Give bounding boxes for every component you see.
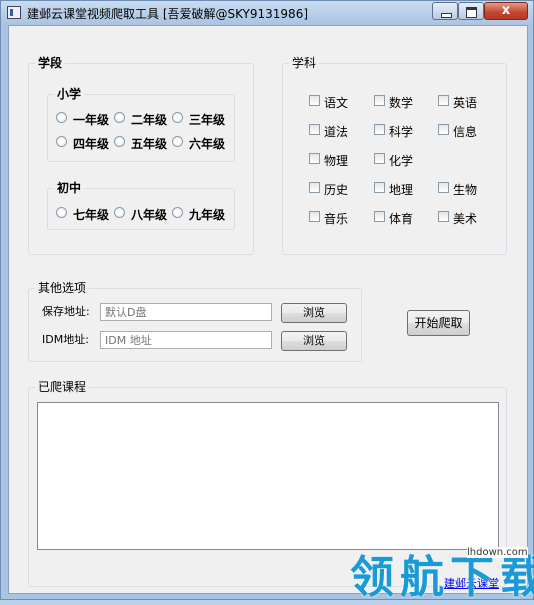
checkbox-label: 美术 — [453, 212, 478, 226]
browse-save-button[interactable]: 浏览 — [281, 303, 347, 323]
close-button[interactable]: x — [484, 2, 528, 20]
radio-circle[interactable] — [172, 112, 183, 123]
junior-group: 初中 七年级 八年级 九年级 — [47, 180, 235, 230]
checkbox-box[interactable] — [438, 182, 449, 193]
radio-label: 一年级 — [73, 113, 110, 127]
checkbox-box[interactable] — [374, 211, 385, 222]
checkbox-label: 化学 — [389, 154, 414, 168]
primary-group: 小学 一年级 二年级 三年级 四年级 五年级 六年级 — [47, 86, 235, 162]
radio-label: 九年级 — [189, 208, 226, 222]
crawled-courses-list[interactable] — [37, 402, 499, 550]
checkbox-box[interactable] — [438, 124, 449, 135]
radio-label: 八年级 — [131, 208, 168, 222]
checkbox-box[interactable] — [374, 182, 385, 193]
minimize-button[interactable] — [432, 2, 458, 20]
radio-circle[interactable] — [56, 136, 67, 147]
checkbox-label: 英语 — [453, 96, 478, 110]
radio-circle[interactable] — [56, 112, 67, 123]
checkbox-box[interactable] — [374, 124, 385, 135]
app-window: 建邺云课堂视频爬取工具 [吾爱破解@SKY9131986] x 学段 小学 一年… — [0, 0, 534, 603]
save-path-input[interactable] — [100, 303, 272, 321]
other-options-group: 其他选项 保存地址: 浏览 IDM地址: 浏览 — [28, 280, 362, 362]
checkbox-box[interactable] — [374, 153, 385, 164]
subject-group: 学科 语文 数学 英语 道法 科学 信息 物理 化学 历史 地理 生物 音乐 体… — [282, 55, 507, 255]
radio-circle[interactable] — [114, 136, 125, 147]
checkbox-box[interactable] — [309, 182, 320, 193]
radio-circle[interactable] — [172, 136, 183, 147]
radio-label: 五年级 — [131, 137, 168, 151]
checkbox-label: 科学 — [389, 125, 414, 139]
primary-legend: 小学 — [54, 86, 85, 102]
radio-label: 六年级 — [189, 137, 226, 151]
checkbox-label: 历史 — [324, 183, 349, 197]
watermark-domain: lhdown.com — [467, 547, 528, 558]
crawled-courses-legend: 已爬课程 — [35, 379, 90, 395]
checkbox-label: 音乐 — [324, 212, 349, 226]
checkbox-box[interactable] — [309, 153, 320, 164]
checkbox-box[interactable] — [309, 124, 320, 135]
other-options-legend: 其他选项 — [35, 280, 90, 296]
checkbox-label: 生物 — [453, 183, 478, 197]
title-bar[interactable]: 建邺云课堂视频爬取工具 [吾爱破解@SKY9131986] x — [1, 1, 533, 25]
checkbox-label: 数学 — [389, 96, 414, 110]
close-icon: x — [501, 3, 511, 18]
client-area: 学段 小学 一年级 二年级 三年级 四年级 五年级 六年级 初中 七年级 八年级… — [8, 25, 528, 594]
checkbox-label: 体育 — [389, 212, 414, 226]
checkbox-box[interactable] — [309, 211, 320, 222]
window-title: 建邺云课堂视频爬取工具 [吾爱破解@SKY9131986] — [27, 7, 309, 21]
checkbox-label: 地理 — [389, 183, 414, 197]
radio-label: 三年级 — [189, 113, 226, 127]
maximize-button[interactable] — [458, 2, 484, 20]
checkbox-box[interactable] — [309, 95, 320, 106]
idm-path-label: IDM地址: — [42, 333, 89, 346]
checkbox-label: 信息 — [453, 125, 478, 139]
browse-idm-button[interactable]: 浏览 — [281, 331, 347, 351]
radio-circle[interactable] — [56, 207, 67, 218]
radio-circle[interactable] — [114, 207, 125, 218]
radio-label: 四年级 — [73, 137, 110, 151]
stage-group: 学段 小学 一年级 二年级 三年级 四年级 五年级 六年级 初中 七年级 八年级… — [28, 55, 254, 255]
checkbox-box[interactable] — [438, 95, 449, 106]
idm-path-input[interactable] — [100, 331, 272, 349]
checkbox-label: 语文 — [324, 96, 349, 110]
radio-circle[interactable] — [172, 207, 183, 218]
radio-label: 二年级 — [131, 113, 168, 127]
save-path-label: 保存地址: — [42, 305, 90, 318]
radio-label: 七年级 — [73, 208, 110, 222]
start-crawl-button[interactable]: 开始爬取 — [407, 310, 470, 336]
stage-legend: 学段 — [35, 55, 66, 71]
checkbox-label: 物理 — [324, 154, 349, 168]
checkbox-box[interactable] — [438, 211, 449, 222]
checkbox-label: 道法 — [324, 125, 349, 139]
checkbox-box[interactable] — [374, 95, 385, 106]
app-icon — [7, 6, 21, 19]
radio-circle[interactable] — [114, 112, 125, 123]
junior-legend: 初中 — [54, 180, 85, 196]
subject-legend: 学科 — [289, 55, 320, 71]
